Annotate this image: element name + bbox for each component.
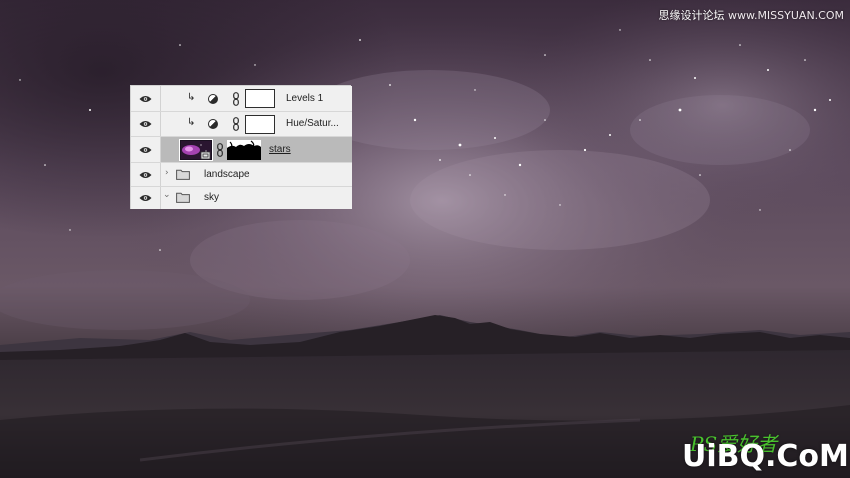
layer-row-hue-saturation[interactable]: ↳ Hue/Satur... — [131, 112, 352, 137]
layer-row-levels-1[interactable]: ↳ Levels 1 — [131, 86, 352, 112]
chevron-right-icon[interactable]: › — [165, 168, 169, 178]
adjustment-layer-icon — [208, 119, 218, 129]
visibility-toggle[interactable] — [131, 163, 161, 186]
eye-icon — [139, 95, 152, 102]
canvas-artwork — [0, 0, 850, 478]
clipping-arrow-icon: ↳ — [187, 117, 196, 128]
layer-name[interactable]: landscape — [204, 169, 250, 180]
layer-row-sky-group[interactable]: ⌄ sky — [131, 187, 352, 209]
eye-icon — [139, 146, 152, 153]
layer-name[interactable]: stars — [269, 144, 291, 155]
layer-row-landscape-group[interactable]: › landscape — [131, 163, 352, 187]
layer-mask-thumbnail[interactable] — [245, 115, 275, 134]
visibility-toggle[interactable] — [131, 137, 161, 162]
folder-icon — [176, 169, 190, 180]
watermark-top-text: 思缘设计论坛 — [658, 9, 725, 22]
folder-icon — [176, 192, 190, 203]
layer-name[interactable]: sky — [204, 192, 219, 203]
link-chain-icon[interactable] — [233, 117, 239, 131]
layers-panel: ↳ Levels 1 ↳ Hue/Satur... stars › landsc… — [130, 85, 352, 209]
link-chain-icon[interactable] — [233, 92, 239, 106]
eye-icon — [139, 121, 152, 127]
watermark-top: 思缘设计论坛 www.MISSYUAN.COM — [658, 7, 844, 23]
eye-icon — [139, 195, 152, 201]
layer-name[interactable]: Hue/Satur... — [286, 118, 339, 129]
adjustment-layer-icon — [208, 94, 218, 104]
layer-mask-thumbnail[interactable] — [245, 89, 275, 108]
layer-mask-thumbnail[interactable] — [227, 140, 261, 160]
chevron-down-icon[interactable]: ⌄ — [163, 190, 171, 200]
eye-icon — [139, 171, 152, 178]
layer-row-stars[interactable]: stars — [131, 137, 352, 163]
smart-object-thumbnail[interactable] — [179, 139, 213, 161]
layer-name[interactable]: Levels 1 — [286, 93, 323, 104]
clipping-arrow-icon: ↳ — [187, 92, 196, 103]
watermark-logo-text: UiBQ.CoM — [682, 439, 849, 474]
watermark-top-site: www.MISSYUAN.COM — [727, 9, 844, 22]
watermark-bottom: PS爱好者 UiBQ.CoM — [682, 428, 849, 474]
visibility-toggle[interactable] — [131, 86, 161, 111]
visibility-toggle[interactable] — [131, 187, 161, 209]
link-chain-icon[interactable] — [217, 143, 223, 157]
visibility-toggle[interactable] — [131, 112, 161, 136]
